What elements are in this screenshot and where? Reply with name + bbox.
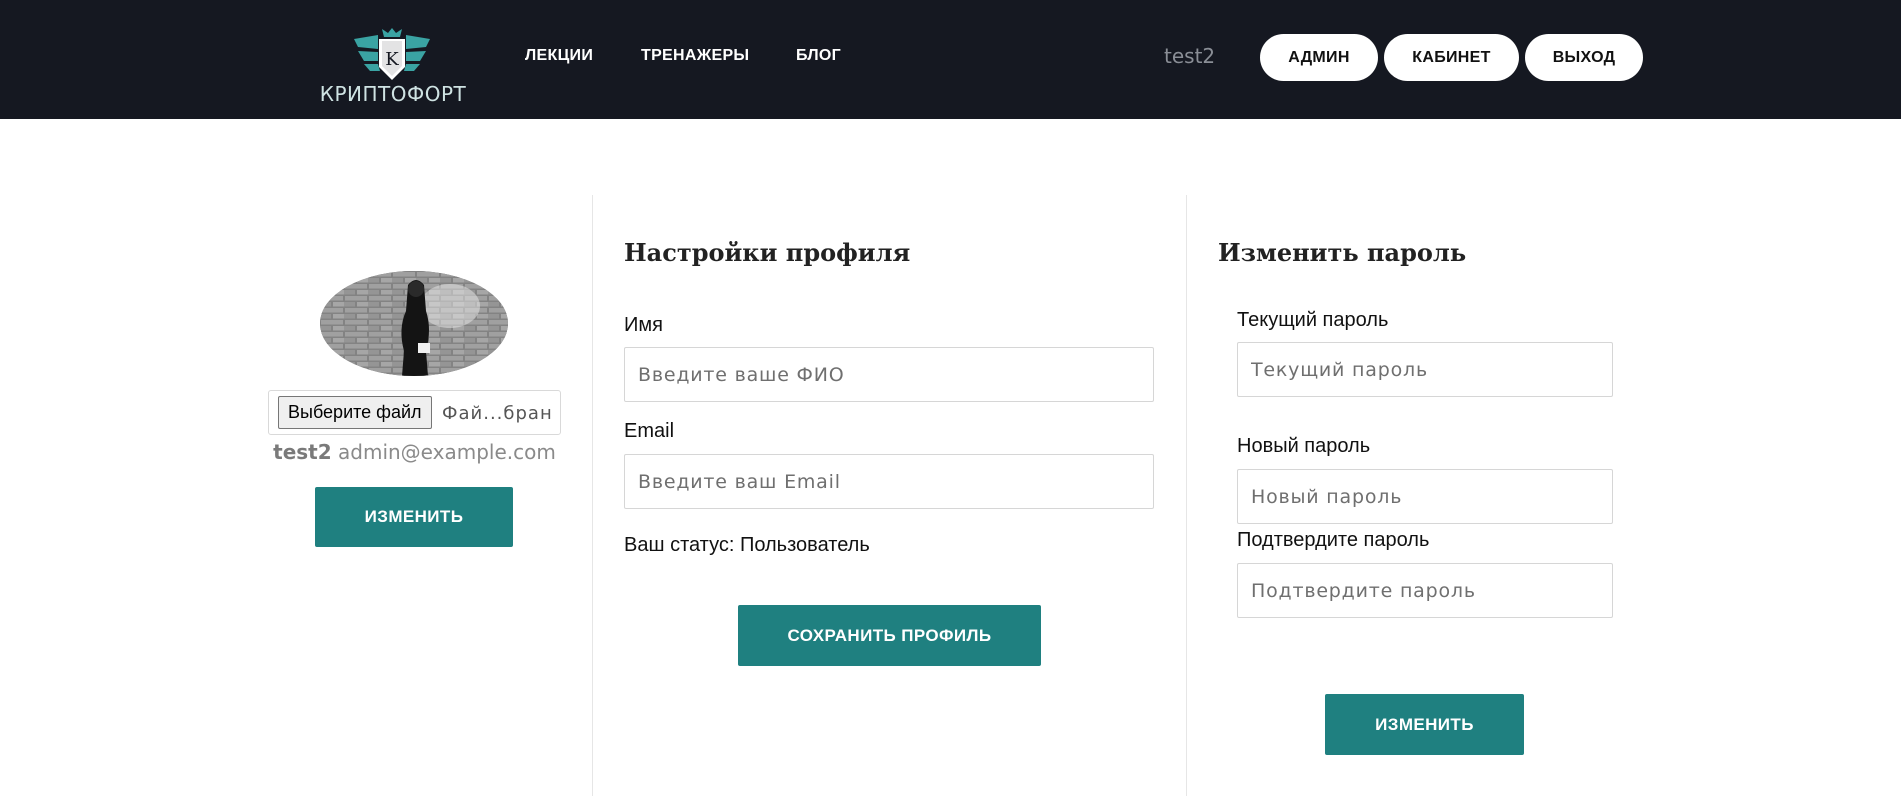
column-divider: [1186, 195, 1187, 796]
confirm-password-input[interactable]: [1237, 563, 1613, 618]
current-password-label: Текущий пароль: [1237, 309, 1389, 331]
nav-lectures[interactable]: ЛЕКЦИИ: [525, 47, 593, 65]
new-password-input[interactable]: [1237, 469, 1613, 524]
choose-file-button[interactable]: Выберите файл: [278, 396, 432, 429]
logo-text: КРИПТОФОРТ: [319, 82, 467, 106]
top-navbar: K КРИПТОФОРТ ЛЕКЦИИ ТРЕНАЖЕРЫ БЛОГ test2…: [0, 0, 1901, 119]
name-input[interactable]: [624, 347, 1154, 402]
change-password-title: Изменить пароль: [1218, 238, 1467, 267]
file-name-text: Фай...бран: [442, 403, 553, 424]
avatar-photo: [320, 271, 508, 376]
profile-settings-title: Настройки профиля: [624, 238, 911, 267]
avatar-file-input[interactable]: Выберите файл Фай...бран: [268, 390, 561, 435]
email-input[interactable]: [624, 454, 1154, 509]
confirm-password-label: Подтвердите пароль: [1237, 529, 1430, 551]
email-label: Email: [624, 420, 675, 442]
name-label: Имя: [624, 314, 663, 336]
profile-email: admin@example.com: [338, 440, 556, 464]
save-profile-button[interactable]: СОХРАНИТЬ ПРОФИЛЬ: [738, 605, 1041, 666]
current-password-input[interactable]: [1237, 342, 1613, 397]
admin-button[interactable]: АДМИН: [1260, 34, 1378, 81]
avatar: [320, 271, 508, 376]
new-password-label: Новый пароль: [1237, 435, 1371, 457]
shield-logo-icon: K: [354, 28, 430, 80]
svg-text:K: K: [385, 49, 399, 70]
logout-button[interactable]: ВЫХОД: [1525, 34, 1643, 81]
nav-trainers[interactable]: ТРЕНАЖЕРЫ: [641, 47, 749, 65]
profile-username: test2: [273, 440, 332, 464]
column-divider: [592, 195, 593, 796]
cabinet-button[interactable]: КАБИНЕТ: [1384, 34, 1519, 81]
nav-blog[interactable]: БЛОГ: [796, 47, 841, 65]
header-username: test2: [1164, 44, 1216, 68]
user-status: Ваш статус: Пользователь: [624, 534, 870, 556]
change-password-button[interactable]: ИЗМЕНИТЬ: [1325, 694, 1524, 755]
site-logo[interactable]: K КРИПТОФОРТ: [318, 24, 468, 108]
user-identity: test2 admin@example.com: [268, 440, 561, 464]
change-avatar-button[interactable]: ИЗМЕНИТЬ: [315, 487, 513, 547]
